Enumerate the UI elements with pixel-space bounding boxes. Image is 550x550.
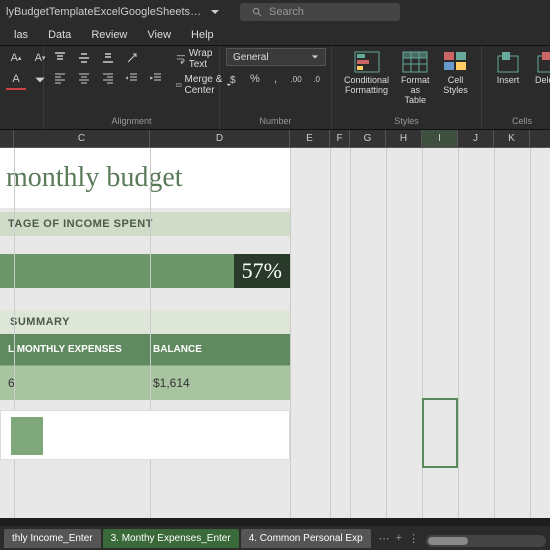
col-header-j[interactable]: J	[458, 130, 494, 147]
cell-selection	[422, 398, 458, 468]
chevron-down-icon[interactable]	[210, 7, 220, 17]
menu-data[interactable]: Data	[38, 29, 81, 41]
conditional-formatting-button[interactable]: Conditional Formatting	[338, 48, 395, 108]
search-box[interactable]: Search	[240, 3, 400, 21]
increase-font-button[interactable]: A▴	[6, 48, 26, 68]
decrease-decimal-button[interactable]: .0	[308, 69, 325, 89]
tab-menu-icon[interactable]: ⋮	[408, 532, 419, 545]
menu-view[interactable]: View	[137, 29, 181, 41]
delete-icon	[534, 50, 550, 74]
col-header-d[interactable]: D	[150, 130, 290, 147]
delete-cells-button[interactable]: Delete	[528, 48, 550, 88]
chart-area	[0, 410, 290, 460]
col-header-c[interactable]: C	[14, 130, 150, 147]
cell-styles-button[interactable]: Cell Styles	[436, 48, 476, 108]
col-header-h[interactable]: H	[386, 130, 422, 147]
align-left-button[interactable]	[50, 68, 70, 88]
menu-help[interactable]: Help	[181, 29, 224, 41]
font-group-label	[6, 126, 37, 127]
chart-bar	[11, 417, 43, 455]
table-icon	[401, 50, 429, 74]
scrollbar-thumb[interactable]	[428, 537, 468, 545]
menu-review[interactable]: Review	[81, 29, 137, 41]
insert-icon	[494, 50, 522, 74]
conditional-formatting-icon	[353, 50, 381, 74]
titlebar: lyBudgetTemplateExcelGoogleSheetsDownloa…	[0, 0, 550, 24]
menu-formulas[interactable]: las	[4, 29, 38, 41]
align-bottom-button[interactable]	[98, 48, 118, 68]
insert-cells-button[interactable]: Insert	[488, 48, 528, 88]
styles-group-label: Styles	[338, 116, 475, 127]
filename: lyBudgetTemplateExcelGoogleSheetsDownloa…	[6, 6, 206, 18]
col-header-i[interactable]: I	[422, 130, 458, 147]
column-headers: C D E F G H I J K	[0, 130, 550, 148]
align-center-button[interactable]	[74, 68, 94, 88]
tab-income[interactable]: thly Income_Enter	[4, 529, 101, 548]
col-header-f[interactable]: F	[330, 130, 350, 147]
sheet-tabs: thly Income_Enter 3. Monthy Expenses_Ent…	[0, 526, 550, 550]
align-top-button[interactable]	[50, 48, 70, 68]
tab-add-button[interactable]: +	[396, 532, 402, 544]
number-group-label: Number	[226, 116, 325, 127]
col-header-g[interactable]: G	[350, 130, 386, 147]
search-placeholder: Search	[269, 6, 304, 18]
font-color-button[interactable]: A	[6, 70, 26, 90]
tab-more-icon[interactable]: ⋯	[379, 532, 390, 545]
percent-button[interactable]: %	[247, 69, 264, 89]
merge-icon	[176, 80, 182, 90]
align-middle-button[interactable]	[74, 48, 94, 68]
currency-button[interactable]: $	[226, 69, 243, 89]
wrap-text-icon	[176, 54, 186, 64]
tab-common[interactable]: 4. Common Personal Exp	[241, 529, 371, 548]
align-right-button[interactable]	[98, 68, 118, 88]
format-as-table-button[interactable]: Format as Table	[395, 48, 436, 108]
tab-expenses[interactable]: 3. Monthy Expenses_Enter	[103, 529, 239, 548]
svg-text:$: $	[230, 75, 236, 85]
col-header-e[interactable]: E	[290, 130, 330, 147]
cell-styles-icon	[442, 50, 470, 74]
horizontal-scrollbar[interactable]	[426, 535, 546, 547]
cells-group-label: Cells	[488, 116, 550, 127]
menubar: las Data Review View Help	[0, 24, 550, 46]
comma-button[interactable]: ,	[267, 69, 284, 89]
search-icon	[252, 7, 263, 18]
alignment-group-label: Alignment	[50, 116, 213, 127]
col-header-blank[interactable]	[0, 130, 14, 147]
worksheet[interactable]: monthly budget TAGE OF INCOME SPENT 57% …	[0, 148, 550, 518]
col-header-k[interactable]: K	[494, 130, 530, 147]
chevron-down-icon	[311, 53, 319, 61]
increase-decimal-button[interactable]: .00	[288, 69, 305, 89]
indent-inc-button[interactable]	[146, 68, 166, 88]
orientation-button[interactable]	[122, 48, 142, 68]
gridlines	[0, 148, 550, 518]
indent-dec-button[interactable]	[122, 68, 142, 88]
number-format-select[interactable]: General	[226, 48, 326, 66]
ribbon: A▴ A▾ A	[0, 46, 550, 130]
